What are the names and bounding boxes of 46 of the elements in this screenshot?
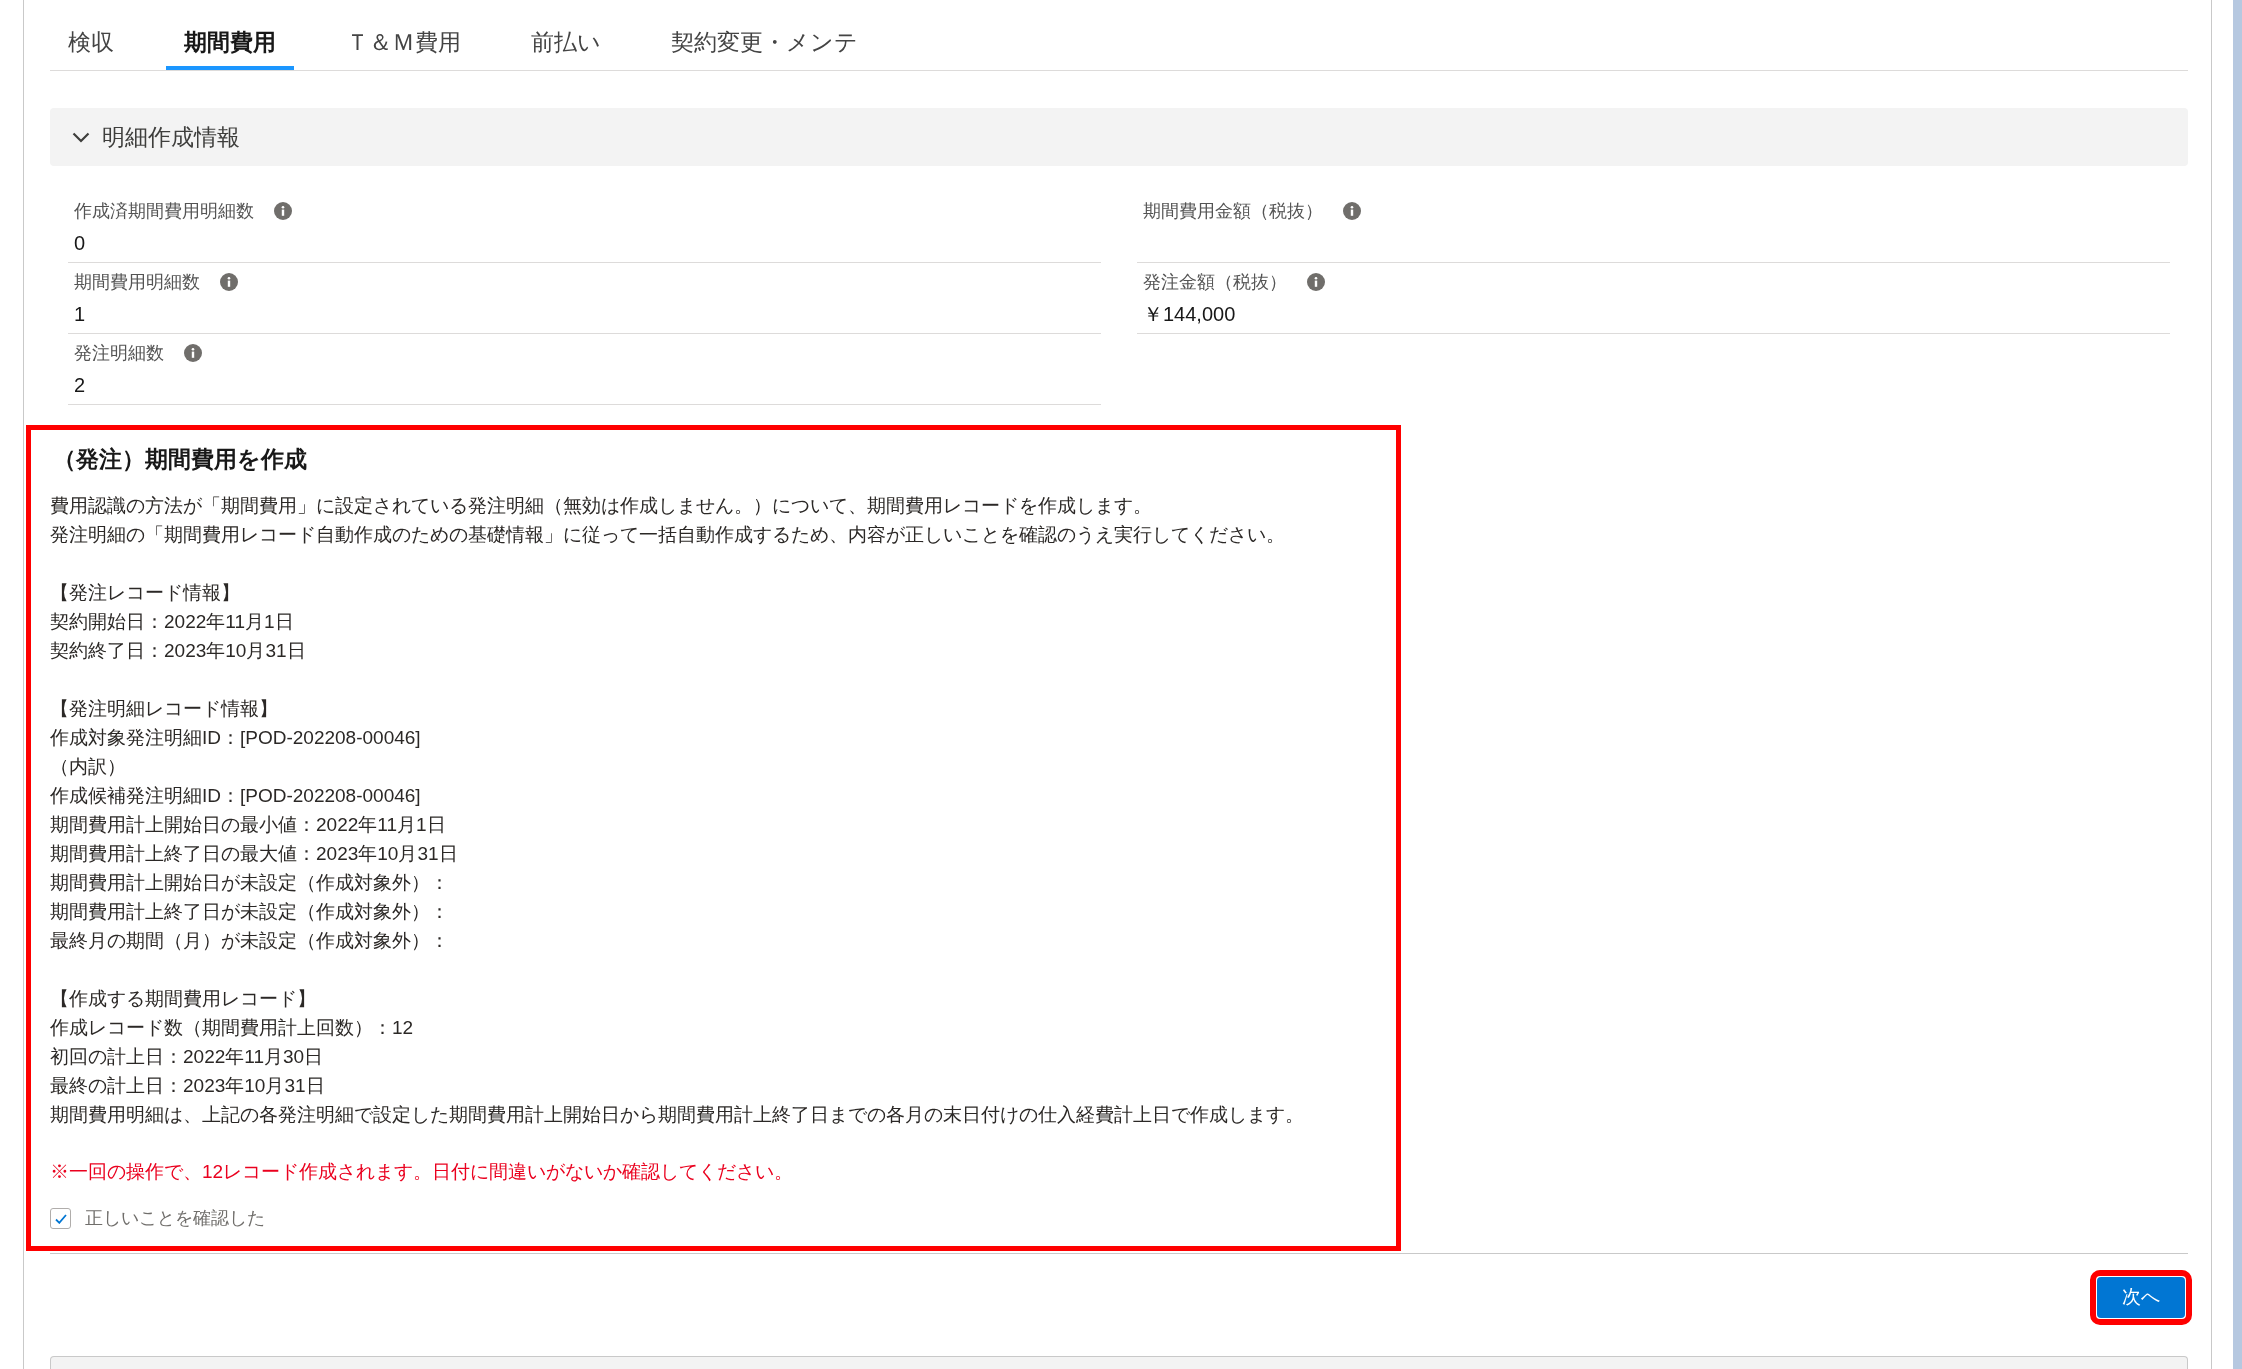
text-line: 費用認識の方法が「期間費用」に設定されている発注明細（無効は作成しません。）について、期間費用レコードを作成します。 <box>50 494 1152 518</box>
text-line: 作成対象発注明細ID：[POD-202208-00046] <box>50 726 421 750</box>
text-line: 期間費用計上開始日が未設定（作成対象外）： <box>50 871 449 895</box>
tab[interactable]: Ｔ＆Ｍ費用 <box>328 22 479 70</box>
field-label: 発注明細数 <box>74 342 164 365</box>
text-line: 初回の計上日：2022年11月30日 <box>50 1045 324 1069</box>
text-line: 契約終了日：2023年10月31日 <box>50 639 306 663</box>
field-label: 作成済期間費用明細数 <box>74 200 254 223</box>
next-button[interactable]: 次へ <box>2097 1277 2185 1318</box>
text-line: 契約開始日：2022年11月1日 <box>50 610 294 634</box>
text-line: 【発注明細レコード情報】 <box>50 697 278 721</box>
text-line: 作成レコード数（期間費用計上回数）：12 <box>50 1016 414 1040</box>
info-icon[interactable] <box>184 344 202 362</box>
field-label: 期間費用明細数 <box>74 271 200 294</box>
info-icon[interactable] <box>1343 202 1361 220</box>
text-line: 【発注レコード情報】 <box>50 581 240 605</box>
checkbox[interactable] <box>50 1208 71 1229</box>
field-label: 期間費用金額（税抜） <box>1143 200 1323 223</box>
checkbox-label[interactable]: 正しいことを確認した <box>85 1204 265 1233</box>
text-line: （内訳） <box>50 755 126 779</box>
tab[interactable]: 検収 <box>50 22 132 70</box>
text-line: 最終の計上日：2023年10月31日 <box>50 1074 325 1098</box>
info-icon[interactable] <box>274 202 292 220</box>
field-value: 1 <box>74 302 86 327</box>
tab[interactable]: 期間費用 <box>166 22 294 70</box>
text-line: 作成候補発注明細ID：[POD-202208-00046] <box>50 784 421 808</box>
text-line: 発注明細の「期間費用レコード自動作成のための基礎情報」に従って一括自動作成するため、内容が正しいことを確認のうえ実行してください。 <box>50 523 1285 547</box>
field-value: ￥144,000 <box>1143 302 1236 327</box>
text-line: 期間費用明細は、上記の各発注明細で設定した期間費用計上開始日から期間費用計上終了日までの各月の末日付けの仕入経費計上日で作成します。 <box>50 1103 1304 1127</box>
info-icon[interactable] <box>1307 273 1325 291</box>
text-line: 期間費用計上開始日の最小値：2022年11月1日 <box>50 813 446 837</box>
text-line: 期間費用計上終了日が未設定（作成対象外）： <box>50 900 449 924</box>
text-line: 【作成する期間費用レコード】 <box>50 987 316 1011</box>
warning-text: ※一回の操作で、12レコード作成されます。日付に間違いがないか確認してください。 <box>50 1160 794 1184</box>
panel-title: （発注）期間費用を作成 <box>53 445 307 474</box>
tab[interactable]: 契約変更・メンテ <box>653 22 876 70</box>
field-value: 2 <box>74 373 86 398</box>
scrollbar-thumb[interactable] <box>2233 0 2242 1369</box>
text-line: 最終月の期間（月）が未設定（作成対象外）： <box>50 929 449 953</box>
text-line: 期間費用計上終了日の最大値：2023年10月31日 <box>50 842 458 866</box>
field-label: 発注金額（税抜） <box>1143 271 1287 294</box>
info-icon[interactable] <box>220 273 238 291</box>
checkmark-icon <box>54 1213 67 1224</box>
section-header[interactable]: 明細作成情報 <box>50 108 2188 166</box>
field-value: 0 <box>74 231 86 256</box>
tab[interactable]: 前払い <box>513 22 619 70</box>
